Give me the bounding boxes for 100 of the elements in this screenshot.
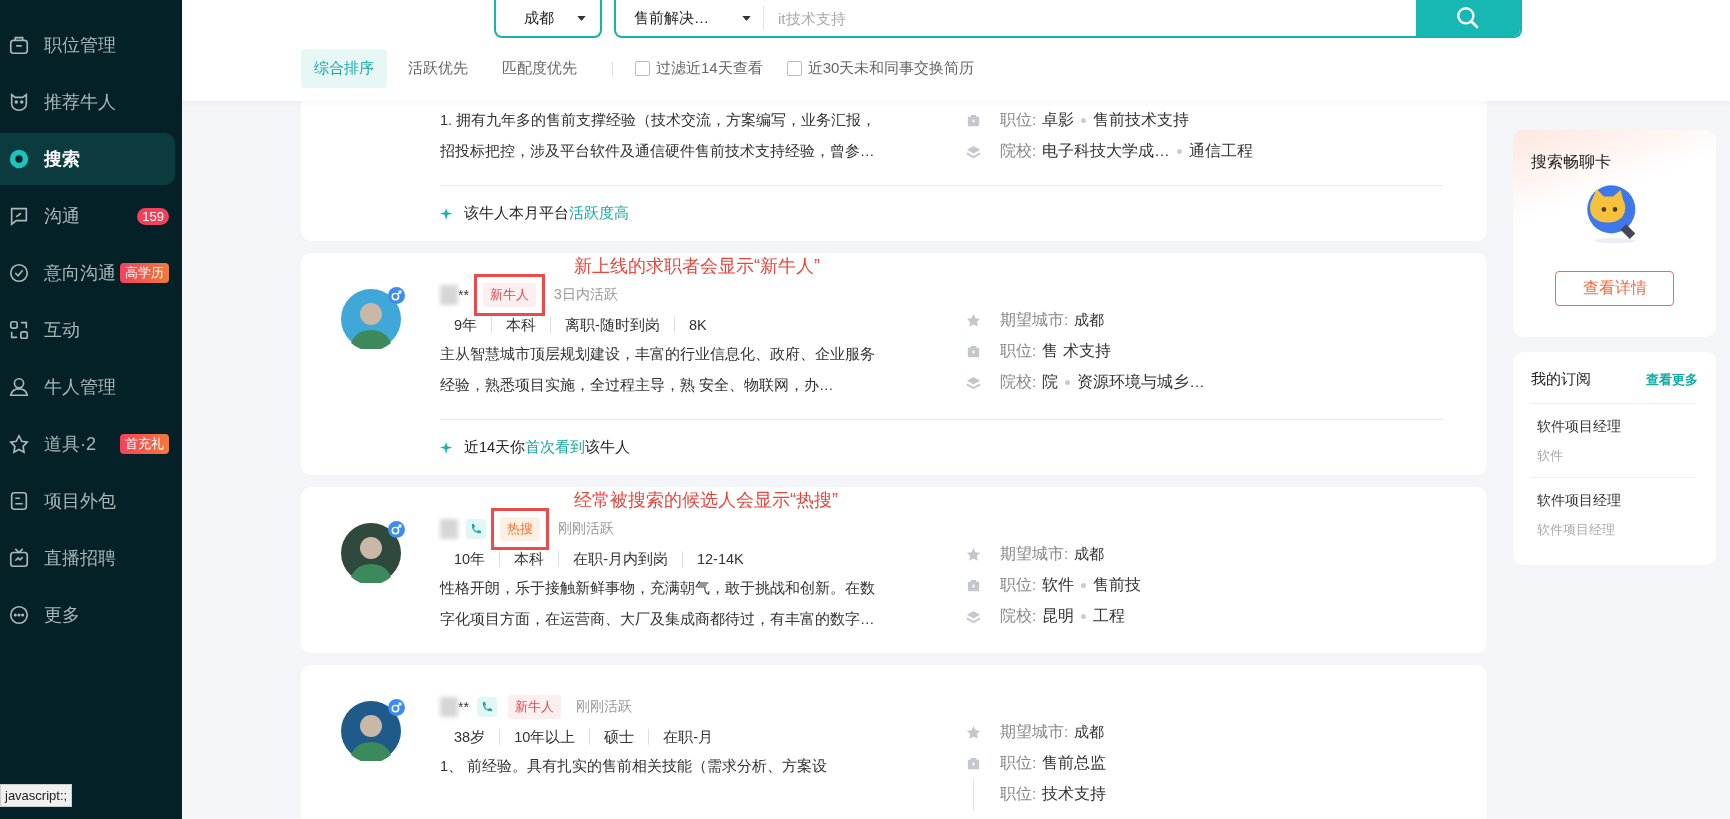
- badge: 159: [137, 207, 169, 225]
- briefcase-icon: [966, 756, 981, 771]
- detail-value: 售前总监: [1042, 753, 1107, 773]
- sort-tab[interactable]: 匹配度优先: [489, 49, 590, 88]
- sidebar-item[interactable]: 直播招聘: [0, 532, 175, 584]
- sidebar-item[interactable]: 项目外包: [0, 475, 175, 527]
- detail-value: 技术支持: [1042, 784, 1107, 804]
- footer-text: 近14天你首次看到该牛人: [464, 438, 631, 457]
- description-text: 性格开朗，乐于接触新鲜事物，充满朝气，敢于挑战和创新。在数: [440, 579, 876, 598]
- detail-value: 昆明: [1042, 606, 1075, 626]
- checkbox[interactable]: [786, 61, 802, 76]
- badge: 首充礼: [120, 434, 169, 454]
- detail-label: 期望城市:: [1000, 310, 1069, 330]
- promo-title: 搜索畅聊卡: [1531, 152, 1611, 172]
- tv-icon: [8, 547, 30, 569]
- subscription-item[interactable]: 软件项目经理 软件项目经理: [1531, 477, 1696, 551]
- candidate-tag: 热搜: [500, 517, 540, 541]
- apps-icon: [8, 319, 30, 341]
- male-icon: [387, 699, 405, 716]
- detail-label: 职位:: [1000, 753, 1037, 773]
- star-icon: [966, 313, 981, 328]
- detail-label: 职位:: [1000, 110, 1037, 130]
- briefcase-icon: [966, 578, 981, 593]
- candidate-card[interactable]: ** 新牛人 刚刚活跃 38岁 10年以上 硕士 在职-月 1、 前经验。具有扎实的售前相关技能（需求分析、方案设 期望城市: 成都 职位: 售前总监 职位: 技术支持: [301, 665, 1487, 819]
- annotation-text: 经常被搜索的候选人会显示“热搜”: [574, 489, 839, 511]
- layers-icon: [966, 375, 981, 390]
- detail-value: 资源环境与城乡…: [1077, 372, 1205, 392]
- blurred-name: [440, 285, 458, 305]
- briefcase-icon: [966, 113, 981, 128]
- candidate-tag: 新牛人: [482, 283, 536, 307]
- sidebar-item[interactable]: 牛人管理: [0, 361, 175, 413]
- layers-icon: [966, 609, 981, 624]
- info-text: 8K: [673, 317, 721, 333]
- sidebar-item[interactable]: 道具·2 首充礼: [0, 418, 175, 470]
- avatar: [340, 523, 401, 583]
- sparkle-icon: [440, 440, 454, 455]
- detail-label: 职位:: [1000, 575, 1037, 595]
- footer-text: 该牛人本月平台活跃度高: [464, 204, 629, 223]
- document-icon: [8, 490, 30, 512]
- male-icon: [387, 521, 405, 538]
- detail-value: 电子科技大学成…: [1042, 141, 1170, 161]
- subscription-item[interactable]: 软件项目经理 软件: [1531, 403, 1696, 477]
- subscription-title: 我的订阅: [1531, 370, 1591, 389]
- detail-value: 售前技: [1093, 575, 1142, 595]
- detail-value: 售前技术支持: [1093, 110, 1190, 130]
- description-text: 1. 拥有九年多的售前支撑经验（技术交流，方案编写，业务汇报，: [440, 111, 878, 130]
- city-select[interactable]: 成都: [494, 0, 602, 38]
- info-text: 在职-月内到岗: [558, 551, 682, 567]
- info-text: 硕士: [589, 729, 649, 745]
- detail-label: 职位:: [1000, 341, 1037, 361]
- star-icon: [966, 725, 981, 740]
- search-icon: [8, 148, 30, 170]
- detail-value: 成都: [1074, 311, 1105, 330]
- more-icon: [8, 604, 30, 626]
- description-text: 主从智慧城市顶层规划建设，丰富的行业信息化、政府、企业服务: [440, 345, 876, 364]
- layers-icon: [966, 144, 981, 159]
- sidebar-item[interactable]: 更多: [0, 589, 175, 641]
- detail-label: 职位:: [1000, 784, 1037, 804]
- activity-text: 3日内活跃: [553, 286, 618, 304]
- info-text: 10年: [453, 551, 487, 567]
- candidate-name: **: [458, 699, 469, 715]
- description-text: 1、 前经验。具有扎实的售前相关技能（需求分析、方案设: [440, 757, 829, 776]
- star-icon: [966, 547, 981, 562]
- detail-label: 院校:: [1000, 606, 1037, 626]
- activity-text: 刚刚活跃: [558, 520, 614, 538]
- info-text: 10年以上: [499, 729, 590, 745]
- candidate-tag: 新牛人: [507, 695, 561, 719]
- person-icon: [8, 376, 30, 398]
- sidebar-item[interactable]: 搜索: [0, 133, 175, 185]
- avatar: [340, 701, 401, 761]
- detail-label: 期望城市:: [1000, 544, 1069, 564]
- info-text: 12-14K: [682, 551, 758, 567]
- filter-label: 过滤近14天查看: [656, 59, 763, 78]
- blurred-name: [440, 697, 458, 717]
- filter-label: 近30天未和同事交换简历: [807, 59, 975, 78]
- detail-value: 软件: [1042, 575, 1075, 595]
- detail-value: 卓影: [1042, 110, 1075, 130]
- sidebar-item[interactable]: 职位管理: [0, 19, 175, 71]
- sidebar-item[interactable]: 互动: [0, 304, 175, 356]
- candidate-card[interactable]: 经常被搜索的候选人会显示“热搜” 热搜 刚刚活跃 10年 本科 在职-月内到岗 12-14K 性格开朗，乐于接触新鲜事物，充满朝气，敢于挑战和创新。在数 字化项目方面，在运营商、大厂及集成商都待过，有丰富的数字… 期望城市: 成都 职位: 软件 售前技 院校: 昆明 工程: [301, 487, 1487, 653]
- candidate-card[interactable]: 1. 拥有九年多的售前支撑经验（技术交流，方案编写，业务汇报， 招投标把控，涉及平台软件及通信硬件售前技术支持经验，曾参… 职位: 卓影 售前技术支持 院校: 电子科技大学成… 通信工程 该牛人本月平台活跃度高: [301, 101, 1487, 241]
- sparkle-icon: [440, 206, 454, 221]
- detail-value: 成都: [1074, 545, 1105, 564]
- info-text: 离职-随时到岗: [550, 317, 674, 333]
- info-text: 9年: [453, 317, 479, 333]
- info-text: 本科: [499, 551, 559, 567]
- sidebar-item[interactable]: 沟通 159: [0, 190, 175, 242]
- detail-value: 院: [1042, 372, 1059, 392]
- sort-tab[interactable]: 活跃优先: [395, 49, 481, 88]
- sidebar-item[interactable]: 意向沟通 高学历: [0, 247, 175, 299]
- detail-value: 通信工程: [1188, 141, 1253, 161]
- sidebar-item[interactable]: 推荐牛人: [0, 76, 175, 128]
- candidate-name: **: [458, 287, 469, 303]
- detail-value: 成都: [1074, 723, 1105, 742]
- checkbox[interactable]: [635, 61, 650, 76]
- avatar: [340, 289, 401, 349]
- detail-label: 院校:: [1000, 141, 1037, 161]
- candidate-card[interactable]: 新上线的求职者会显示“新牛人” ** 新牛人 3日内活跃 9年 本科 离职-随时到岗 8K 主从智慧城市顶层规划建设，丰富的行业信息化、政府、企业服务 经验，熟悉项目实施，全过程主导，熟 安全、物联网，办… 期望城市: 成都 职位: 售 术支持 院校: 院 资源环境与城乡… 近14天你首次看到该牛人: [301, 253, 1487, 475]
- chat-icon: [8, 205, 30, 227]
- bag-icon: [8, 34, 30, 56]
